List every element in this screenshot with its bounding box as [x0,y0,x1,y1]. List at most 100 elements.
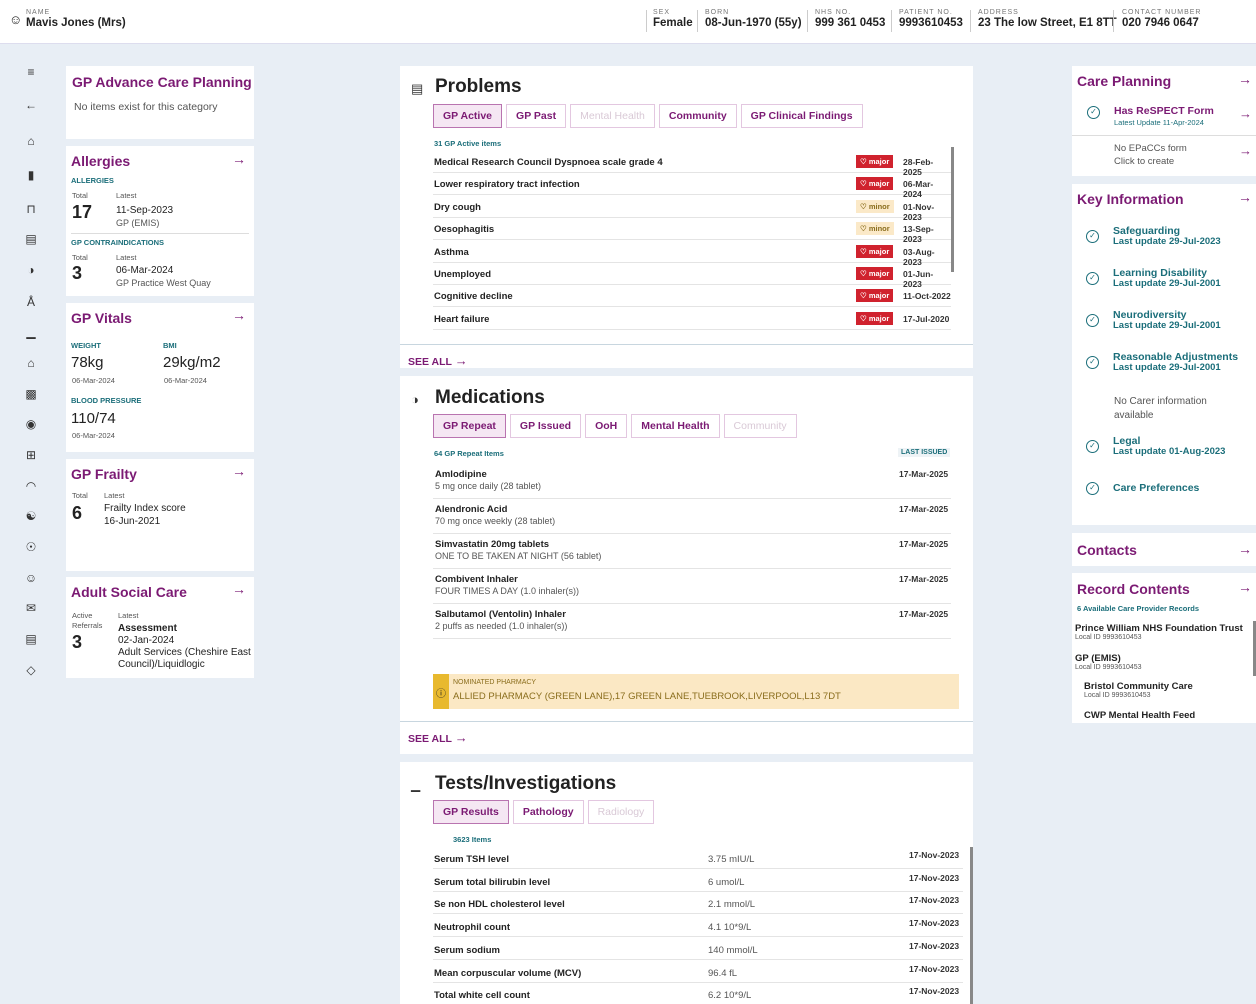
respect-form-link[interactable]: Has ReSPECT Form [1114,105,1214,117]
test-name: Total white cell count [434,990,530,1002]
test-row[interactable]: Neutrophil count 4.1 10*9/L 17-Nov-2023 [433,915,963,938]
tab-gp-issued[interactable]: GP Issued [509,414,582,438]
tab-community[interactable]: Community [658,104,737,128]
flag-icon: ♡ [860,246,867,256]
problem-row[interactable]: Asthma ♡ major 03-Aug-2023 [433,241,951,267]
tab-gp-repeat[interactable]: GP Repeat [433,414,506,438]
problem-name: Unemployed [434,269,492,280]
adult-social-care-card[interactable]: Adult Social Care → Active Referrals Lat… [66,577,254,678]
test-row[interactable]: Serum sodium 140 mmol/L 17-Nov-2023 [433,938,963,960]
problem-row[interactable]: Heart failure ♡ major 17-Jul-2020 [433,308,951,330]
home-icon[interactable]: ⌂ [24,134,38,148]
record-item[interactable]: Prince William NHS Foundation Trust Local… [1075,623,1251,651]
medication-icon[interactable]: ◑ [24,263,38,277]
exit-icon[interactable]: ▤ [24,632,38,646]
medication-row[interactable]: Simvastatin 20mg tablets ONE TO BE TAKEN … [433,534,951,569]
document-icon[interactable]: ▮ [24,168,38,182]
record-item[interactable]: GP (EMIS) Local ID 9993610453 [1075,653,1251,677]
back-arrow-icon[interactable]: ← [24,98,38,112]
arrow-right-icon[interactable]: → [1239,143,1252,158]
test-row[interactable]: Serum TSH level 3.75 mIU/L 17-Nov-2023 [433,847,963,869]
problem-row[interactable]: Cognitive decline ♡ major 11-Oct-2022 [433,285,951,308]
problem-row[interactable]: Dry cough ♡ minor 01-Nov-2023 [433,196,951,222]
medication-row[interactable]: Amlodipine 5 mg once daily (28 tablet) 17-… [433,464,951,499]
tab-gp-clinical-findings[interactable]: GP Clinical Findings [740,104,863,128]
see-all-link[interactable]: SEE ALL → [408,730,468,745]
tab-mental-health[interactable]: Mental Health [631,414,720,438]
location-icon[interactable]: ◉ [24,417,38,431]
mail-icon[interactable]: ✉ [24,601,38,615]
tab-radiology: Radiology [587,800,655,824]
key-info-care-preferences[interactable]: ✓ Care Preferences [1086,482,1256,498]
test-row[interactable]: Serum total bilirubin level 6 umol/L 17-No… [433,870,963,892]
section-title: Tests/Investigations [435,773,617,794]
record-item[interactable]: CWP Mental Health Feed [1084,710,1252,724]
arrow-right-icon[interactable]: → [1238,189,1252,205]
contacts-card[interactable]: Contacts → [1072,533,1256,566]
house-care-icon[interactable]: ⌂ [24,356,38,370]
key-info-learning-disability[interactable]: ✓ Learning Disability Last update 29-Jul-2… [1086,267,1256,291]
account-icon[interactable]: ☺ [24,571,38,585]
person-icon: ☺ [9,12,23,27]
key-info-neurodiversity[interactable]: ✓ Neurodiversity Last update 29-Jul-2001 [1086,309,1256,333]
key-info-safeguarding[interactable]: ✓ Safeguarding Last update 29-Jul-2023 [1086,225,1256,249]
diamond-icon[interactable]: ◇ [24,663,38,677]
tab-gp-active[interactable]: GP Active [433,104,503,128]
activity-icon[interactable]: Å [24,295,38,309]
tab-ooh[interactable]: OoH [585,414,628,438]
medical-kit-icon[interactable]: ⊞ [24,448,38,462]
test-value: 96.4 fL [708,967,738,979]
gp-vitals-card[interactable]: GP Vitals → WEIGHT 78kg 06-Mar-2024 BMI … [66,303,254,452]
gp-frailty-card[interactable]: GP Frailty → Total Latest 6 Frailty Inde… [66,459,254,571]
bar-chart-icon[interactable]: ▁ [24,325,38,339]
medication-row[interactable]: Salbutamol (Ventolin) Inhaler 2 puffs as … [433,604,951,639]
test-name: Serum total bilirubin level [434,876,551,888]
key-info-legal[interactable]: ✓ Legal Last update 01-Aug-2023 [1086,435,1256,459]
arrow-right-icon[interactable]: → [1239,106,1252,121]
problem-row[interactable]: Unemployed ♡ major 01-Jun-2023 [433,263,951,289]
medication-row[interactable]: Combivent Inhaler FOUR TIMES A DAY (1.0 i… [433,569,951,604]
test-row[interactable]: Total white cell count 6.2 10*9/L 17-Nov-2… [433,983,963,1004]
gauge-icon[interactable]: ◠ [24,479,38,493]
arrow-right-icon[interactable]: → [232,581,246,597]
problems-icon[interactable]: ▤ [24,232,38,246]
severity-badge: ♡ minor [856,199,894,213]
arrow-right-icon[interactable]: → [1238,71,1252,87]
key-info-reasonable-adjustments[interactable]: ✓ Reasonable Adjustments Last update 29-Ju… [1086,351,1256,375]
tab-pathology[interactable]: Pathology [512,800,584,824]
arrow-right-icon[interactable]: → [1238,541,1252,557]
problem-row[interactable]: Medical Research Council Dyspnoea scale … [433,151,951,177]
test-date: 17-Nov-2023 [909,850,960,860]
arrow-right-icon[interactable]: → [232,151,246,167]
key-information-card[interactable]: Key Information → ✓ Safeguarding Last upda… [1072,184,1256,525]
team-icon[interactable]: ▩ [24,387,38,401]
flag-icon: ♡ [860,157,867,166]
test-date: 17-Nov-2023 [909,963,960,974]
settings-icon[interactable]: ☉ [24,540,38,554]
medication-row[interactable]: Alendronic Acid 70 mg once weekly (28 tab… [433,499,951,534]
allergies-card[interactable]: Allergies → ALLERGIES Total Latest 17 11… [66,146,254,296]
tests-tabs: GP Results Pathology Radiology [433,800,658,824]
stethoscope-icon[interactable]: ⊓ [24,202,38,216]
arrow-right-icon[interactable]: → [232,307,246,323]
problem-row[interactable]: Oesophagitis ♡ minor 13-Sep-2023 [433,218,951,244]
see-all-link[interactable]: SEE ALL → [408,353,468,368]
flag-icon: ♡ [860,291,867,301]
collapse-menu-icon[interactable]: ≡ [24,65,38,79]
care-planning-card[interactable]: Care Planning → ✓ Has ReSPECT Form Lates… [1072,66,1256,176]
problem-row[interactable]: Lower respiratory tract infection ♡ major… [433,173,951,199]
test-name: Mean corpuscular volume (MCV) [434,967,582,979]
create-epaccs-link[interactable]: Click to create [1114,156,1174,167]
test-row[interactable]: Se non HDL cholesterol level 2.1 mmol/L 17… [433,892,963,915]
family-icon[interactable]: ☯ [24,509,38,523]
arrow-right-icon[interactable]: → [232,463,246,479]
test-row[interactable]: Mean corpuscular volume (MCV) 96.4 fL 17-N… [433,961,963,983]
test-date: 17-Nov-2023 [909,872,960,883]
problem-date: 17-Jul-2020 [903,313,950,324]
record-contents-card[interactable]: Record Contents → 6 Available Care Provi… [1072,573,1256,723]
tab-gp-past[interactable]: GP Past [506,104,567,128]
record-item[interactable]: Bristol Community Care Local ID 999361045… [1084,681,1252,705]
check-circle-icon: ✓ [1086,440,1099,453]
tab-gp-results[interactable]: GP Results [433,800,509,824]
arrow-right-icon[interactable]: → [1238,579,1252,595]
